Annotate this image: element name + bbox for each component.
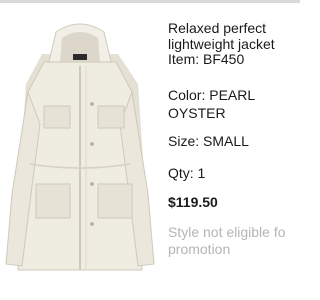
item-color: Color: PEARL OYSTER — [168, 86, 300, 122]
jacket-illustration — [5, 23, 155, 271]
item-number: Item: BF450 — [168, 51, 245, 67]
item-color-line-1: Color: PEARL — [168, 87, 256, 103]
item-price: $119.50 — [168, 194, 218, 210]
order-item-card: Relaxed perfect lightweight jacket Item:… — [0, 0, 300, 300]
jacket-product-image[interactable] — [0, 14, 160, 294]
promotion-notice-line-1: Style not eligible fo — [168, 224, 286, 240]
item-quantity: Qty: 1 — [168, 165, 206, 181]
item-size: Size: SMALL — [168, 133, 249, 149]
promotion-notice-line-2: promotion — [168, 241, 231, 257]
promotion-notice: Style not eligible fo promotion — [168, 224, 286, 258]
item-color-line-2: OYSTER — [168, 105, 226, 121]
item-attributes: Item: BF450 Color: PEARL OYSTER Size: SM… — [168, 0, 300, 300]
